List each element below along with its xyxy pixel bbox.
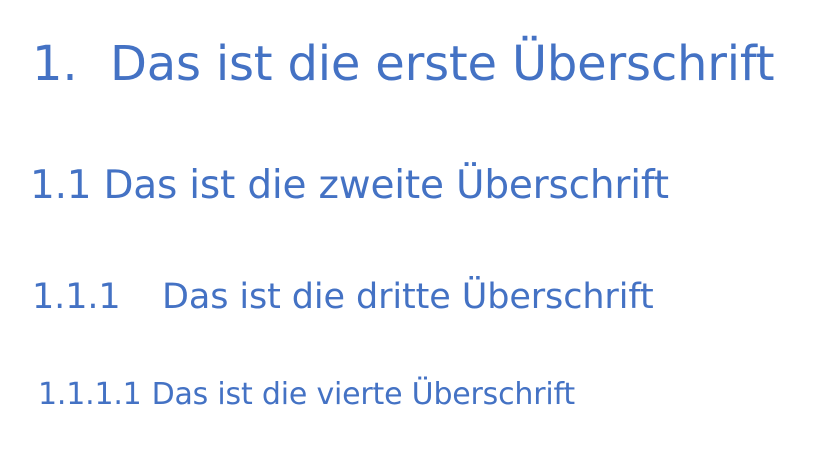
heading-text: Das ist die vierte Überschrift — [151, 377, 576, 412]
heading-level-3: 1.1.1 Das ist die dritte Überschrift — [32, 280, 654, 315]
heading-level-1: 1. Das ist die erste Überschrift — [32, 36, 775, 92]
heading-number: 1. — [32, 36, 78, 92]
heading-number: 1.1.1 — [32, 277, 121, 317]
heading-number: 1.1 — [30, 163, 92, 208]
heading-level-4: 1.1.1.1 Das ist die vierte Überschrift — [38, 380, 575, 410]
heading-text: Das ist die dritte Überschrift — [162, 277, 654, 317]
heading-number: 1.1.1.1 — [38, 377, 142, 412]
heading-level-2: 1.1 Das ist die zweite Überschrift — [30, 166, 669, 205]
heading-text: Das ist die erste Überschrift — [110, 36, 775, 92]
heading-text: Das ist die zweite Überschrift — [103, 163, 669, 208]
document-page: 1. Das ist die erste Überschrift 1.1 Das i… — [0, 0, 832, 462]
